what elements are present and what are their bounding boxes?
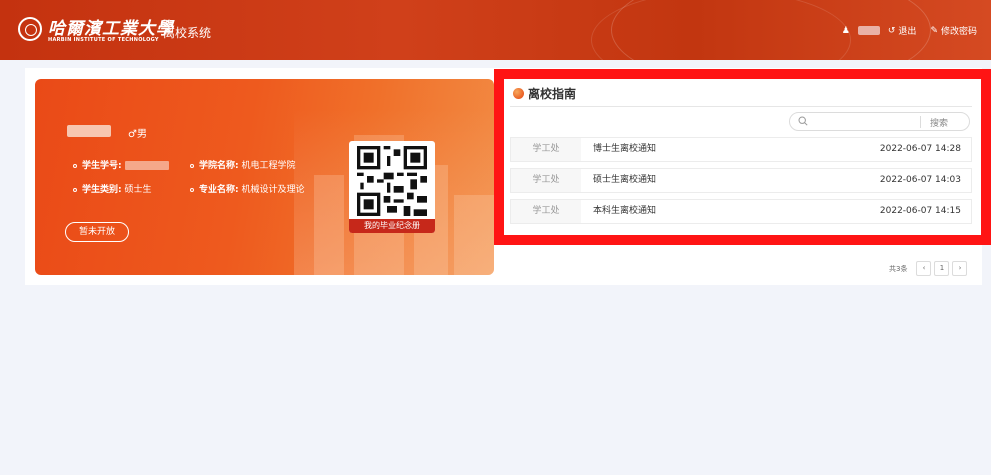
total-count: 共3条 [889,264,908,273]
divider [510,106,972,107]
student-type-label: 学生类别: [82,185,122,195]
memorial-album-label[interactable]: 我的毕业纪念册 [349,219,435,233]
divider [920,116,921,128]
item-dept: 学工处 [511,200,581,223]
university-logo-english: HARBIN INSTITUTE OF TECHNOLOGY [48,37,159,43]
bullet-icon [73,187,77,192]
major-value: 机械设计及理论 [241,185,305,195]
logout-label: 退出 [898,27,917,37]
student-card: ♂男 学生学号: 学生类别: 硕士生 学院名称: 机电工程学院 专业名称: 机械… [35,79,494,275]
search-button[interactable]: 搜索 [930,116,948,129]
guide-title: 离校指南 [513,85,576,102]
student-id-label: 学生学号: [82,161,122,171]
major-label: 专业名称: [199,185,239,195]
list-item[interactable]: 学工处 本科生离校通知 2022-06-07 14:15 [510,199,972,224]
item-time: 2022-06-07 14:03 [879,175,961,185]
logout-link[interactable]: ↺ 退出 [887,24,917,38]
guide-title-text: 离校指南 [528,87,577,101]
student-gender: ♂男 [128,129,147,140]
item-dept: 学工处 [511,138,581,161]
university-logo-text: 哈爾濱工業大學 [48,19,174,39]
edit-icon: ✎ [930,25,938,36]
item-dept: 学工处 [511,169,581,192]
top-header: 哈爾濱工業大學 HARBIN INSTITUTE OF TECHNOLOGY 离… [0,0,991,60]
user-icon: ♟ [841,25,850,36]
system-name: 离校系统 [163,26,212,40]
qr-code-icon [357,146,427,216]
next-page-button[interactable]: › [952,261,968,276]
student-type-field: 学生类别: 硕士生 [73,182,152,195]
college-label: 学院名称: [199,161,239,171]
bullet-icon [73,163,77,168]
item-time: 2022-06-07 14:28 [879,144,961,154]
change-password-link[interactable]: ✎ 修改密码 [930,24,977,38]
upgrade-button[interactable]: 暂未开放 [65,222,129,242]
college-field: 学院名称: 机电工程学院 [190,158,296,171]
change-password-label: 修改密码 [940,27,977,37]
page-number-button[interactable]: 1 [934,261,950,276]
search-icon [798,116,808,126]
search-box: 搜索 [789,112,970,131]
list-item[interactable]: 学工处 博士生离校通知 2022-06-07 14:28 [510,137,972,162]
header-decoration [591,0,851,60]
search-input[interactable] [814,114,914,129]
logout-icon: ↺ [887,25,896,36]
title-bullet-icon [513,88,524,99]
header-actions: ♟ ↺ 退出 ✎ 修改密码 [841,24,977,38]
username-masked [857,26,880,35]
prev-page-button[interactable]: ‹ [916,261,932,276]
university-seal-icon [18,17,42,41]
student-id-field: 学生学号: [73,158,169,171]
bullet-icon [190,187,194,192]
bullet-icon [190,163,194,168]
student-name-masked [67,125,111,137]
major-field: 专业名称: 机械设计及理论 [190,182,305,195]
item-time: 2022-06-07 14:15 [879,206,961,216]
list-item[interactable]: 学工处 硕士生离校通知 2022-06-07 14:03 [510,168,972,193]
item-title[interactable]: 硕士生离校通知 [593,169,656,192]
pagination: 共3条 ‹ 1 › [889,261,968,276]
item-title[interactable]: 博士生离校通知 [593,138,656,161]
student-id-masked [124,161,169,170]
item-title[interactable]: 本科生离校通知 [593,200,656,223]
college-value: 机电工程学院 [241,161,296,171]
student-type-value: 硕士生 [124,185,152,195]
